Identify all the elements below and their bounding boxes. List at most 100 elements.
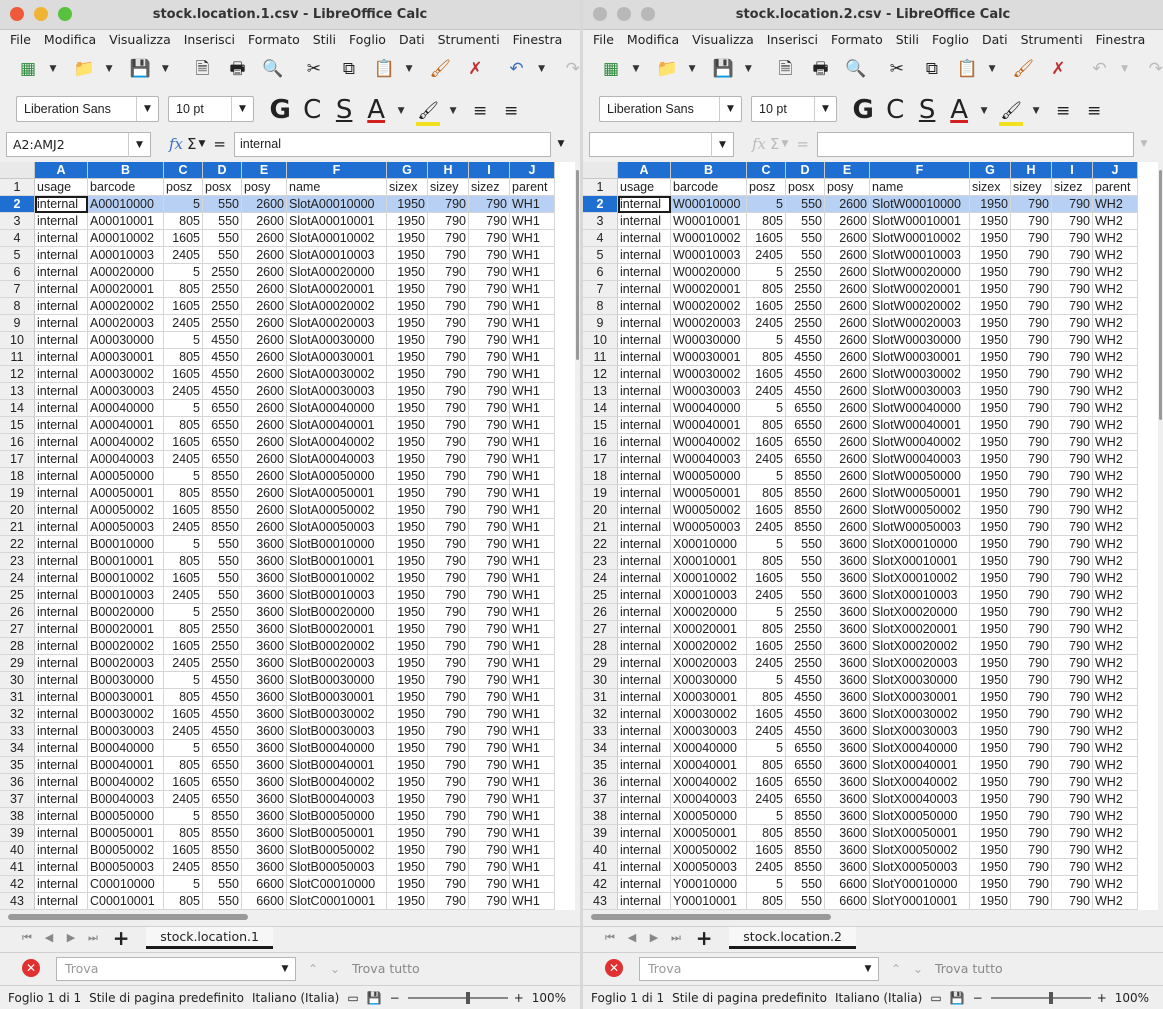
header-cell[interactable]: posy xyxy=(825,179,870,196)
cell[interactable]: 1950 xyxy=(970,247,1011,264)
status-page-style[interactable]: Stile di pagina predefinito xyxy=(672,986,827,1009)
cell[interactable]: 790 xyxy=(1052,689,1093,706)
cell[interactable]: internal xyxy=(618,604,671,621)
cell[interactable]: B00040002 xyxy=(88,774,164,791)
cell[interactable]: SlotX00010001 xyxy=(870,553,970,570)
cell[interactable]: SlotW00010000 xyxy=(870,196,970,213)
cell[interactable]: 805 xyxy=(164,349,203,366)
cell[interactable]: 1605 xyxy=(747,570,786,587)
cell[interactable]: 790 xyxy=(428,621,469,638)
cell[interactable]: 790 xyxy=(1011,213,1052,230)
cell[interactable]: 8550 xyxy=(203,468,242,485)
cell[interactable]: internal xyxy=(618,570,671,587)
save-icon[interactable]: 💾 xyxy=(711,54,735,84)
cell[interactable]: WH2 xyxy=(1093,723,1138,740)
cell[interactable]: W00040003 xyxy=(671,451,747,468)
cell[interactable]: 790 xyxy=(1052,587,1093,604)
cell[interactable]: 3600 xyxy=(242,672,287,689)
cell[interactable]: 2405 xyxy=(747,859,786,876)
print-preview-icon[interactable]: 🔍 xyxy=(261,54,285,84)
cell[interactable]: 5 xyxy=(164,332,203,349)
horizontal-scrollbar[interactable] xyxy=(0,910,575,926)
cell[interactable]: 1605 xyxy=(747,230,786,247)
status-page-style[interactable]: Stile di pagina predefinito xyxy=(89,986,244,1009)
cell[interactable]: 2600 xyxy=(242,332,287,349)
expand-formula-icon[interactable]: ▼ xyxy=(551,132,571,157)
cell[interactable]: SlotX00010003 xyxy=(870,587,970,604)
cell[interactable]: 805 xyxy=(747,825,786,842)
cell[interactable]: SlotW00040003 xyxy=(870,451,970,468)
cell[interactable]: 1605 xyxy=(164,230,203,247)
row-header[interactable]: 19 xyxy=(583,485,618,502)
cell[interactable]: 2600 xyxy=(242,451,287,468)
column-header-d[interactable]: D xyxy=(786,162,825,179)
cell[interactable]: 1950 xyxy=(387,451,428,468)
cell[interactable]: 2600 xyxy=(825,196,870,213)
column-header-j[interactable]: J xyxy=(1093,162,1138,179)
cell[interactable]: 1950 xyxy=(970,740,1011,757)
cell[interactable]: 1950 xyxy=(970,468,1011,485)
cell[interactable]: SlotA00020000 xyxy=(287,264,387,281)
cell[interactable]: WH2 xyxy=(1093,638,1138,655)
cell[interactable]: 790 xyxy=(1011,281,1052,298)
menu-modifica[interactable]: Modifica xyxy=(44,30,96,49)
cell[interactable]: SlotW00010001 xyxy=(870,213,970,230)
cell[interactable]: 2550 xyxy=(786,264,825,281)
cell[interactable]: SlotW00040001 xyxy=(870,417,970,434)
cell[interactable]: 1950 xyxy=(970,774,1011,791)
status-language[interactable]: Italiano (Italia) xyxy=(835,986,922,1009)
new-spreadsheet-icon[interactable]: ▦ xyxy=(16,54,40,84)
cell[interactable]: 2600 xyxy=(825,468,870,485)
cell[interactable]: 2600 xyxy=(825,247,870,264)
cell[interactable]: 4550 xyxy=(786,689,825,706)
cell[interactable]: internal xyxy=(35,332,88,349)
cell[interactable]: internal xyxy=(35,587,88,604)
cell[interactable]: 1950 xyxy=(970,553,1011,570)
cell[interactable]: 2405 xyxy=(164,451,203,468)
cell[interactable]: 2405 xyxy=(747,383,786,400)
cell[interactable]: 1950 xyxy=(970,808,1011,825)
row-header[interactable]: 9 xyxy=(583,315,618,332)
cell[interactable]: SlotB00010002 xyxy=(287,570,387,587)
new-dropdown-icon[interactable]: ▼ xyxy=(630,54,642,84)
find-previous-icon[interactable]: ⌃ xyxy=(302,957,324,981)
cell[interactable]: 4550 xyxy=(786,723,825,740)
cell[interactable]: 790 xyxy=(1011,298,1052,315)
cell[interactable]: 1950 xyxy=(387,417,428,434)
cell[interactable]: 2600 xyxy=(242,230,287,247)
italic-button[interactable]: C xyxy=(299,96,325,124)
row-header[interactable]: 33 xyxy=(583,723,618,740)
cell[interactable]: 1950 xyxy=(970,859,1011,876)
cell[interactable]: internal xyxy=(35,893,88,910)
row-header[interactable]: 35 xyxy=(583,757,618,774)
row-header[interactable]: 41 xyxy=(583,859,618,876)
cell[interactable]: 1605 xyxy=(164,774,203,791)
cell[interactable]: WH2 xyxy=(1093,213,1138,230)
cell[interactable]: 2405 xyxy=(747,451,786,468)
formula-equals-icon[interactable]: = xyxy=(213,132,226,157)
cell[interactable]: 2405 xyxy=(164,859,203,876)
row-header[interactable]: 34 xyxy=(0,740,35,757)
cell[interactable]: WH2 xyxy=(1093,536,1138,553)
menu-foglio[interactable]: Foglio xyxy=(932,30,969,49)
cell[interactable]: 4550 xyxy=(786,383,825,400)
cell[interactable]: 8550 xyxy=(786,468,825,485)
column-header-i[interactable]: I xyxy=(1052,162,1093,179)
shadow-button[interactable]: S xyxy=(914,96,940,124)
cell[interactable]: 790 xyxy=(428,689,469,706)
vertical-scroll-thumb[interactable] xyxy=(1159,170,1162,420)
cell[interactable]: 1950 xyxy=(970,757,1011,774)
cell[interactable]: 1950 xyxy=(970,672,1011,689)
header-cell[interactable]: sizey xyxy=(1011,179,1052,196)
cell[interactable]: internal xyxy=(35,315,88,332)
cell[interactable]: SlotC00010001 xyxy=(287,893,387,910)
cell[interactable]: 6600 xyxy=(242,893,287,910)
cell[interactable]: W00020002 xyxy=(671,298,747,315)
header-cell[interactable]: sizex xyxy=(387,179,428,196)
font-color-button[interactable]: A xyxy=(363,96,389,124)
cell[interactable]: SlotX00050003 xyxy=(870,859,970,876)
cell[interactable]: A00050003 xyxy=(88,519,164,536)
cell[interactable]: 2600 xyxy=(242,485,287,502)
cell[interactable]: 5 xyxy=(747,740,786,757)
row-header[interactable]: 20 xyxy=(583,502,618,519)
